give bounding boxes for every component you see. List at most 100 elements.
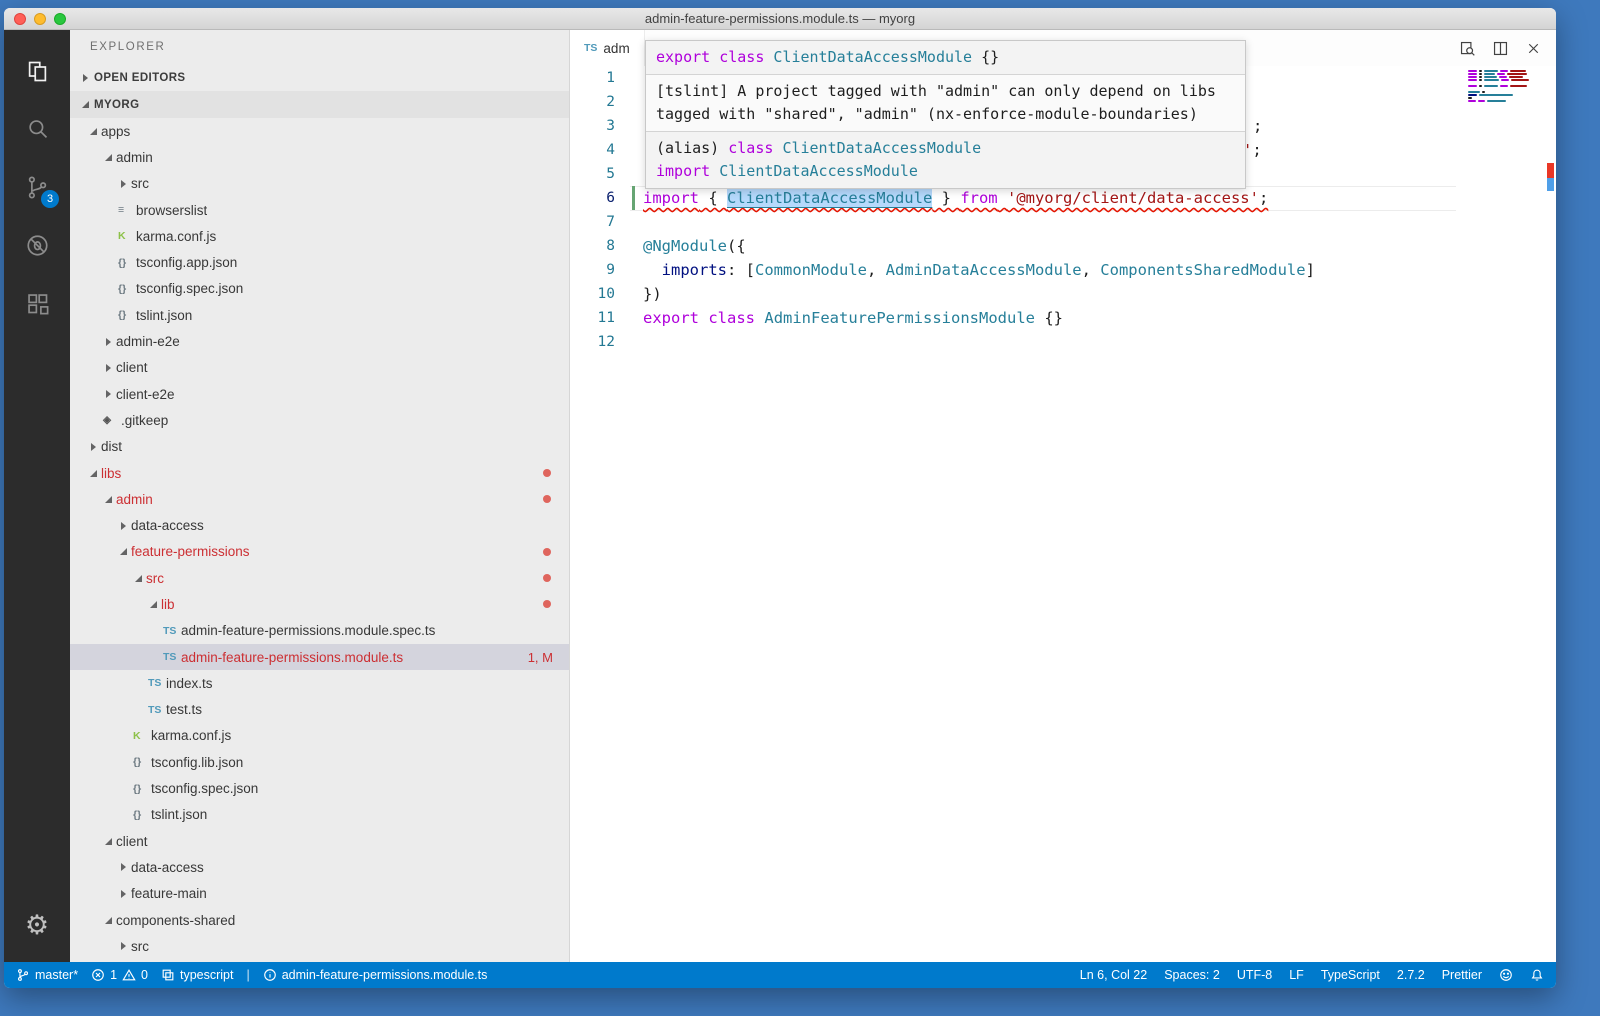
tree-folder-admin[interactable]: admin: [70, 486, 569, 512]
overview-ruler[interactable]: [1547, 66, 1554, 962]
tree-item-label: src: [131, 939, 149, 954]
formatter-status[interactable]: Prettier: [1442, 968, 1482, 982]
open-preview-icon[interactable]: [1459, 40, 1476, 57]
minimize-window-button[interactable]: [34, 13, 46, 25]
tree-file-tsconfig.spec.json[interactable]: {}tsconfig.spec.json: [70, 276, 569, 302]
tree-file-admin-feature-permissions.module.ts[interactable]: TSadmin-feature-permissions.module.ts1, …: [70, 644, 569, 670]
code-token: ClientDataAccessModule: [773, 48, 972, 66]
braces-file-icon: {}: [116, 257, 136, 269]
close-editor-icon[interactable]: [1525, 40, 1542, 57]
line-number: 12: [570, 330, 643, 354]
activity-extensions-button[interactable]: [4, 274, 70, 332]
feedback-smiley-button[interactable]: [1499, 968, 1513, 982]
tree-item-label: feature-main: [131, 886, 207, 901]
code-line-9[interactable]: imports: [CommonModule, AdminDataAccessM…: [643, 258, 1461, 282]
notifications-button[interactable]: [1530, 968, 1544, 982]
tree-folder-libs[interactable]: libs: [70, 460, 569, 486]
tree-item-label: feature-permissions: [131, 544, 250, 559]
chevron-collapsed-icon: [116, 522, 131, 530]
encoding-status[interactable]: UTF-8: [1237, 968, 1272, 982]
workspace-section[interactable]: MYORG: [70, 91, 569, 118]
list-file-icon: ≡: [116, 204, 136, 216]
tree-folder-lib[interactable]: lib: [70, 591, 569, 617]
tree-folder-data-access[interactable]: data-access: [70, 854, 569, 880]
chevron-collapsed-icon: [101, 390, 116, 398]
git-file-icon: ◈: [101, 414, 121, 426]
line-number: 10: [570, 282, 643, 306]
cursor-position-status[interactable]: Ln 6, Col 22: [1080, 968, 1147, 982]
tree-file-index.ts[interactable]: TSindex.ts: [70, 670, 569, 696]
tree-folder-admin-e2e[interactable]: admin-e2e: [70, 328, 569, 354]
code-line-12[interactable]: [643, 330, 1461, 354]
code-token: class: [719, 48, 764, 66]
tree-file-admin-feature-permissions.module.spec.ts[interactable]: TSadmin-feature-permissions.module.spec.…: [70, 618, 569, 644]
code-line-7[interactable]: [643, 210, 1461, 234]
tree-item-label: client-e2e: [116, 387, 175, 402]
tree-item-label: .gitkeep: [121, 413, 168, 428]
search-icon: [24, 116, 51, 143]
traffic-lights: [14, 13, 66, 25]
tree-file-karma.conf.js[interactable]: Kkarma.conf.js: [70, 223, 569, 249]
tree-folder-src[interactable]: src: [70, 565, 569, 591]
goto-definition-link: ClientDataAccessModule: [727, 189, 932, 207]
tree-folder-feature-main[interactable]: feature-main: [70, 881, 569, 907]
settings-gear-button[interactable]: ⚙: [4, 896, 70, 954]
language-mode-status[interactable]: TypeScript: [1321, 968, 1380, 982]
chevron-collapsed-icon: [116, 180, 131, 188]
code-line-6[interactable]: import { ClientDataAccessModule } from '…: [643, 186, 1461, 210]
tree-folder-components-shared[interactable]: components-shared: [70, 907, 569, 933]
minimap[interactable]: [1468, 69, 1534, 105]
zoom-window-button[interactable]: [54, 13, 66, 25]
close-window-button[interactable]: [14, 13, 26, 25]
tree-folder-src[interactable]: src: [70, 933, 569, 959]
tab-admin-feature-permissions-module[interactable]: TS adm: [570, 30, 645, 66]
tree-folder-feature-permissions[interactable]: feature-permissions: [70, 539, 569, 565]
tree-file-tsconfig.app.json[interactable]: {}tsconfig.app.json: [70, 249, 569, 275]
branch-name: master*: [35, 968, 78, 982]
activity-search-button[interactable]: [4, 100, 70, 158]
code-line-10[interactable]: }): [643, 282, 1461, 306]
code-line-11[interactable]: export class AdminFeaturePermissionsModu…: [643, 306, 1461, 330]
braces-file-icon: {}: [116, 309, 136, 321]
debug-no-bug-icon: [24, 232, 51, 259]
tree-file-karma.conf.js[interactable]: Kkarma.conf.js: [70, 723, 569, 749]
tree-folder-client[interactable]: client: [70, 355, 569, 381]
split-editor-icon[interactable]: [1492, 40, 1509, 57]
chevron-collapsed-icon: [116, 890, 131, 898]
tree-folder-admin[interactable]: admin: [70, 144, 569, 170]
chevron-expanded-icon: [86, 128, 101, 135]
tslint-status[interactable]: typescript: [161, 968, 234, 982]
activity-source-control-button[interactable]: 3: [4, 158, 70, 216]
tree-item-label: browserslist: [136, 203, 207, 218]
tree-file-tslint.json[interactable]: {}tslint.json: [70, 302, 569, 328]
tree-file-tslint.json[interactable]: {}tslint.json: [70, 802, 569, 828]
open-editors-section[interactable]: OPEN EDITORS: [70, 64, 569, 91]
explorer-sidebar: EXPLORER OPEN EDITORS MYORG appsadminsrc…: [70, 30, 570, 962]
chevron-expanded-icon: [131, 575, 146, 582]
file-info-status[interactable]: admin-feature-permissions.module.ts: [263, 968, 488, 982]
code-token: '@myorg/client/data-access': [1007, 189, 1259, 207]
tree-file-.gitkeep[interactable]: ◈.gitkeep: [70, 407, 569, 433]
tree-file-browserslist[interactable]: ≡browserslist: [70, 197, 569, 223]
tree-folder-data-access[interactable]: data-access: [70, 512, 569, 538]
activity-debug-button[interactable]: [4, 216, 70, 274]
indentation-status[interactable]: Spaces: 2: [1164, 968, 1220, 982]
tree-folder-client-e2e[interactable]: client-e2e: [70, 381, 569, 407]
tree-folder-client[interactable]: client: [70, 828, 569, 854]
tree-file-tsconfig.spec.json[interactable]: {}tsconfig.spec.json: [70, 775, 569, 801]
eol-status[interactable]: LF: [1289, 968, 1304, 982]
tree-folder-dist[interactable]: dist: [70, 434, 569, 460]
code-line-8[interactable]: @NgModule({: [643, 234, 1461, 258]
tree-item-label: src: [146, 571, 164, 586]
problems-status[interactable]: 1 0: [91, 968, 148, 982]
git-branch-status[interactable]: master*: [16, 968, 78, 982]
code-area[interactable]: 123456789101112 ;';import { ClientDataAc…: [570, 66, 1556, 962]
tree-folder-src[interactable]: src: [70, 171, 569, 197]
titlebar: admin-feature-permissions.module.ts — my…: [4, 8, 1556, 30]
tree-folder-apps[interactable]: apps: [70, 118, 569, 144]
ts-version-status[interactable]: 2.7.2: [1397, 968, 1425, 982]
tree-file-test.ts[interactable]: TStest.ts: [70, 697, 569, 723]
tree-file-tsconfig.lib.json[interactable]: {}tsconfig.lib.json: [70, 749, 569, 775]
hover-alias-line: import ClientDataAccessModule: [656, 160, 1235, 183]
activity-explorer-button[interactable]: [4, 42, 70, 100]
